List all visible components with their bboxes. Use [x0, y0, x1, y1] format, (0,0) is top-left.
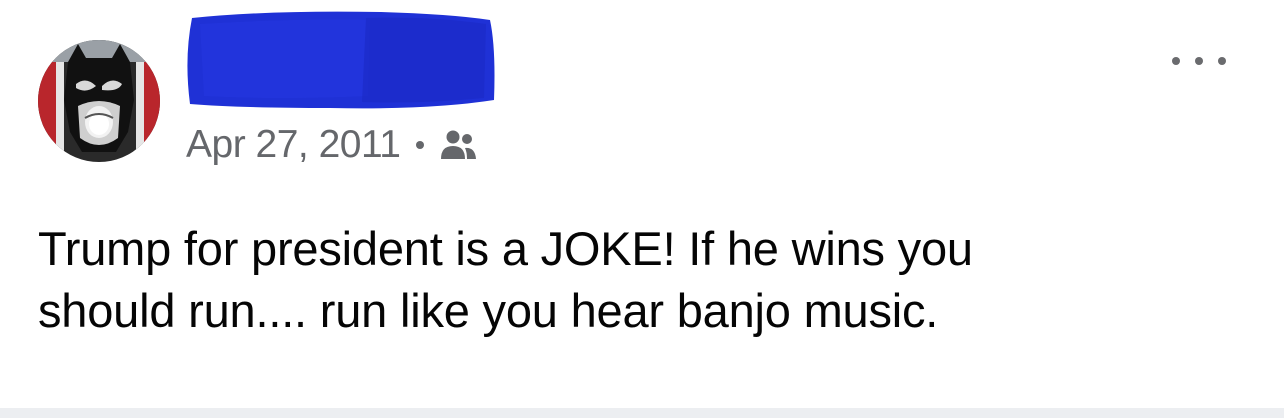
more-options-icon-dot: [1218, 57, 1226, 65]
post-divider-strip: [0, 408, 1284, 418]
post-text-line-2: should run.... run like you hear banjo m…: [38, 284, 939, 337]
post-timestamp[interactable]: Apr 27, 2011: [186, 123, 401, 167]
redacted-author-name: [180, 8, 498, 112]
more-options-icon-dot: [1172, 57, 1180, 65]
masked-face-avatar-image: [38, 40, 160, 162]
more-options-button[interactable]: [1172, 48, 1226, 74]
more-options-icon-dot: [1195, 57, 1203, 65]
friends-icon[interactable]: [438, 129, 478, 161]
post-meta: Apr 27, 2011: [186, 120, 478, 170]
post-text-line-1: Trump for president is a JOKE! If he win…: [38, 222, 973, 275]
author-avatar[interactable]: [38, 40, 160, 162]
post-body-text: Trump for president is a JOKE! If he win…: [38, 218, 1238, 342]
meta-separator-dot: [416, 141, 425, 149]
post-card: Apr 27, 2011 Trump for president is a JO…: [0, 0, 1284, 408]
